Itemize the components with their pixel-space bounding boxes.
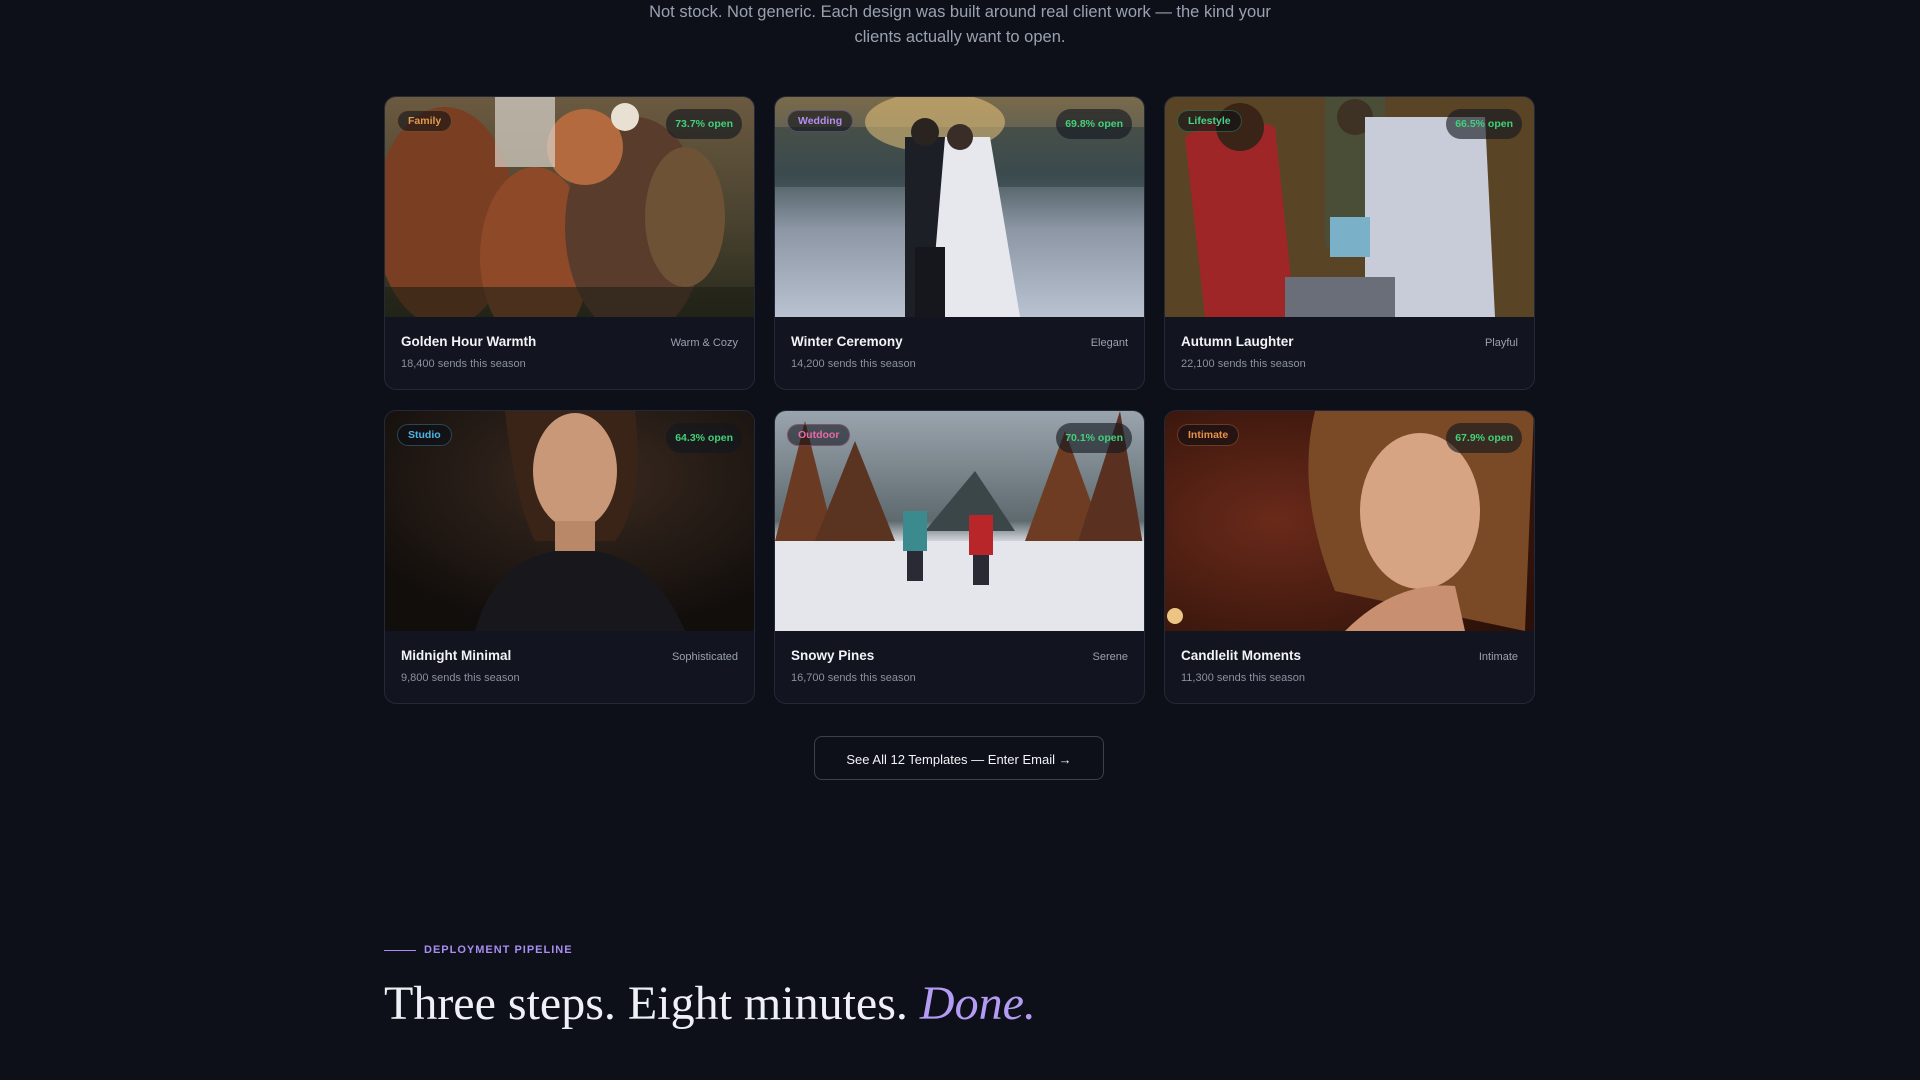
template-mood: Intimate [1478,651,1518,663]
section-eyebrow: DEPLOYMENT PIPELINE [384,944,573,956]
card-info: Winter Ceremony Elegant 14,200 sends thi… [775,317,1144,370]
template-mood: Elegant [1090,337,1128,349]
category-tag-label: Intimate [1188,429,1229,441]
category-tag-label: Lifestyle [1188,115,1231,127]
template-card[interactable]: Lifestyle 66.5% open Autumn Laughter Pla… [1164,96,1535,390]
template-title: Winter Ceremony [791,334,903,349]
intro-text: Not stock. Not generic. Each design was … [0,0,1920,50]
card-info: Snowy Pines Serene 16,700 sends this sea… [775,631,1144,684]
template-sends: 9,800 sends this season [401,672,520,684]
winter-wedding-photo: Wedding 69.8% open [775,97,1144,317]
template-title: Snowy Pines [791,648,875,663]
intro-line-2: clients actually want to open. [854,28,1066,46]
open-rate-badge: 70.1% open [1056,423,1132,453]
template-card[interactable]: Outdoor 70.1% open Snowy Pines Serene 16… [774,410,1145,704]
open-rate-badge: 66.5% open [1446,109,1522,139]
headline-plain: Three steps. Eight minutes. [384,977,908,1030]
template-card[interactable]: Wedding 69.8% open Winter Ceremony Elega… [774,96,1145,390]
open-rate-label: 69.8% open [1065,118,1123,130]
category-tag-label: Outdoor [798,429,840,441]
open-rate-label: 66.5% open [1455,118,1513,130]
card-info: Autumn Laughter Playful 22,100 sends thi… [1165,317,1534,370]
template-title: Autumn Laughter [1181,334,1294,349]
card-info: Golden Hour Warmth Warm & Cozy 18,400 se… [385,317,754,370]
category-tag-label: Wedding [798,115,843,127]
category-tag: Lifestyle [1177,110,1242,132]
category-tag: Intimate [1177,424,1240,446]
template-sends: 18,400 sends this season [401,358,526,370]
open-rate-label: 67.9% open [1455,432,1513,444]
section-headline: Three steps. Eight minutes. Done. [384,972,1036,1036]
open-rate-label: 70.1% open [1065,432,1123,444]
template-sends: 16,700 sends this season [791,672,916,684]
template-title: Golden Hour Warmth [401,334,537,349]
template-card[interactable]: Family 73.7% open Golden Hour Warmth War… [384,96,755,390]
card-info: Midnight Minimal Sophisticated 9,800 sen… [385,631,754,684]
template-mood: Serene [1092,651,1128,663]
category-tag: Wedding [787,110,854,132]
category-tag: Family [397,110,453,132]
template-mood: Playful [1484,337,1518,349]
open-rate-badge: 64.3% open [666,423,742,453]
category-tag: Studio [397,424,452,446]
open-rate-label: 64.3% open [675,432,733,444]
template-sends: 11,300 sends this season [1181,672,1305,684]
eyebrow-label: DEPLOYMENT PIPELINE [424,944,573,956]
category-tag: Outdoor [787,424,851,446]
studio-portrait-photo: Studio 64.3% open [385,411,754,631]
headline-accent: Done. [919,977,1036,1030]
category-tag-label: Studio [408,429,441,441]
open-rate-badge: 69.8% open [1056,109,1132,139]
template-mood: Sophisticated [671,651,738,663]
open-rate-label: 73.7% open [675,118,733,130]
template-grid: Family 73.7% open Golden Hour Warmth War… [384,96,1536,704]
candlelit-portrait-photo: Intimate 67.9% open [1165,411,1534,631]
template-card[interactable]: Intimate 67.9% open Candlelit Moments In… [1164,410,1535,704]
eyebrow-line [384,949,416,951]
template-mood: Warm & Cozy [670,337,738,349]
template-sends: 22,100 sends this season [1181,358,1306,370]
open-rate-badge: 73.7% open [666,109,742,139]
template-title: Candlelit Moments [1181,648,1302,663]
card-info: Candlelit Moments Intimate 11,300 sends … [1165,631,1534,684]
family-golden-hour-photo: Family 73.7% open [385,97,754,317]
intro-line-1: Not stock. Not generic. Each design was … [649,3,1271,21]
template-title: Midnight Minimal [401,648,512,663]
page: Not stock. Not generic. Each design was … [0,0,1920,1080]
snowy-pines-couple-photo: Outdoor 70.1% open [775,411,1144,631]
template-card[interactable]: Studio 64.3% open Midnight Minimal Sophi… [384,410,755,704]
see-all-templates-button[interactable]: See All 12 Templates — Enter Email → [814,736,1104,780]
open-rate-badge: 67.9% open [1446,423,1522,453]
template-sends: 14,200 sends this season [791,358,916,370]
category-tag-label: Family [408,115,442,127]
autumn-family-photo: Lifestyle 66.5% open [1165,97,1534,317]
